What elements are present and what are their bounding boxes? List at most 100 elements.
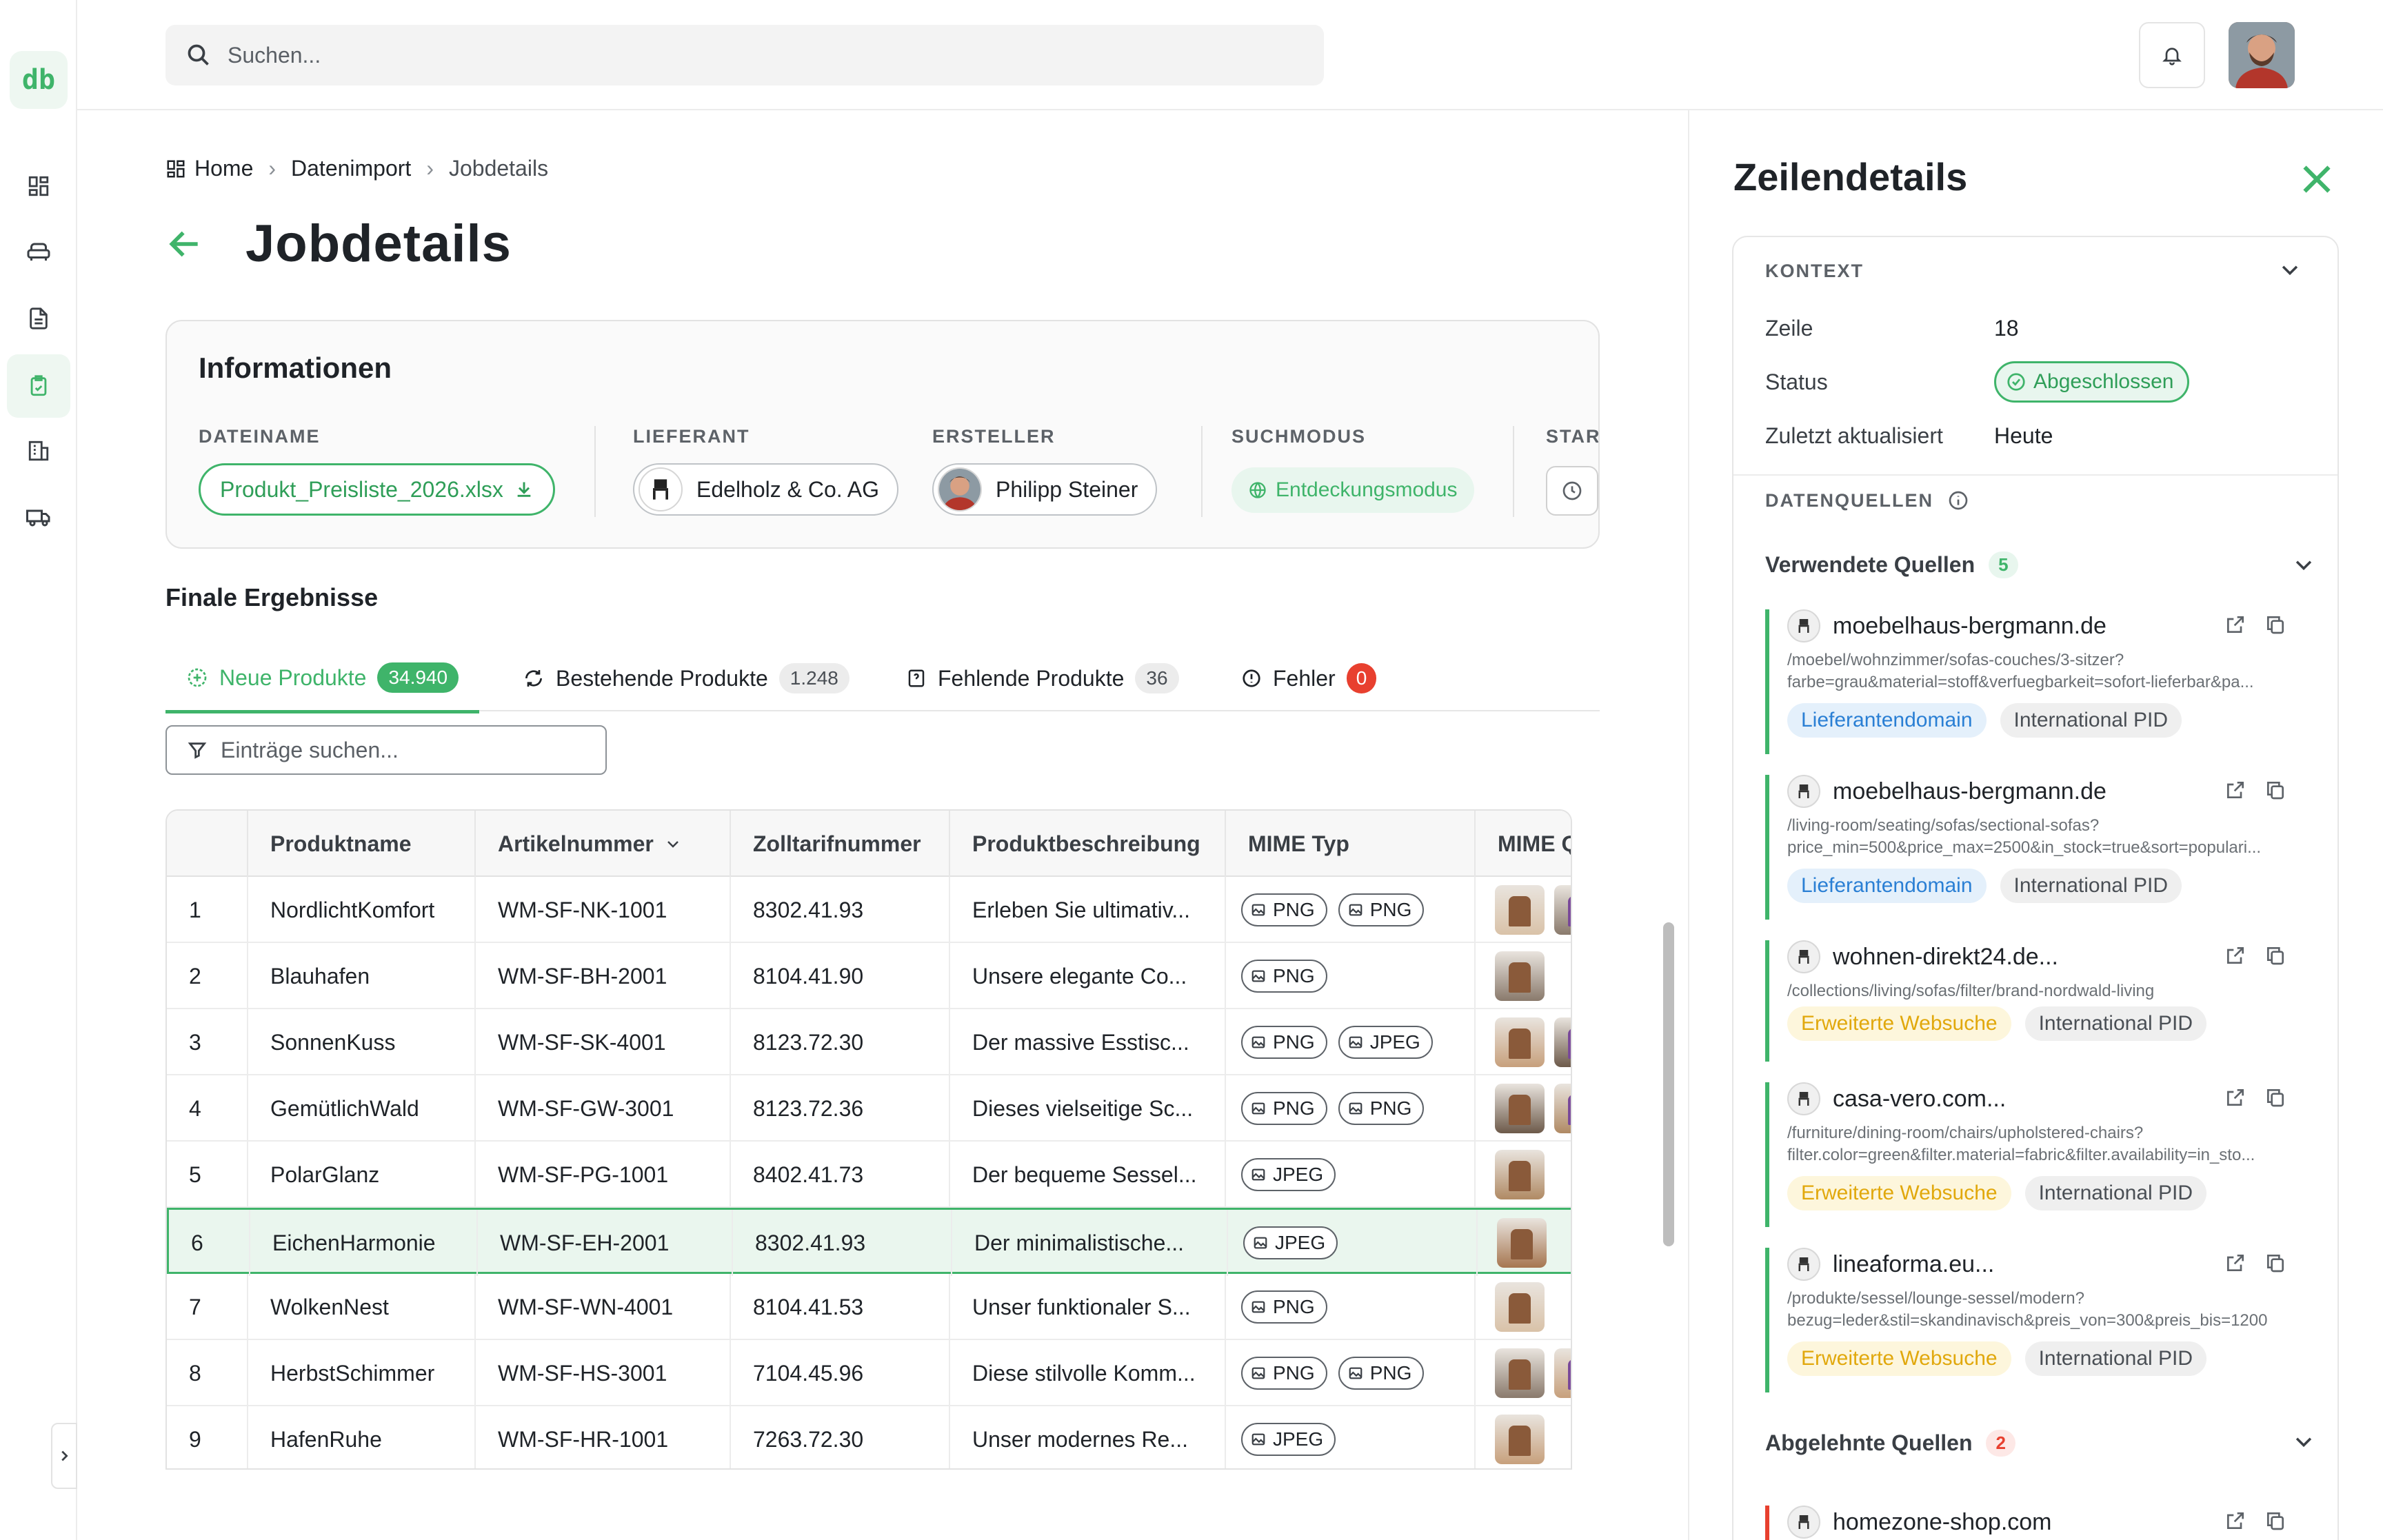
external-link-icon[interactable] bbox=[2224, 614, 2246, 636]
close-icon[interactable] bbox=[2296, 159, 2337, 200]
table-row[interactable]: 7 WolkenNest WM-SF-WN-4001 8104.41.53 Unser … bbox=[167, 1274, 1571, 1340]
source-url[interactable]: /living-room/seating/sofas/sectional-sof… bbox=[1787, 815, 2297, 859]
col-description[interactable]: Produktbeschreibung bbox=[950, 811, 1226, 877]
table-filter[interactable]: Einträge suchen... bbox=[165, 725, 607, 775]
col-mime-q[interactable]: MIME Q bbox=[1476, 811, 1571, 877]
mime-chip[interactable]: PNG bbox=[1241, 1357, 1327, 1390]
col-tariff[interactable]: Zolltarifnummer bbox=[731, 811, 950, 877]
col-mime[interactable]: MIME Typ bbox=[1226, 811, 1476, 877]
mime-chip[interactable]: JPEG bbox=[1338, 1026, 1433, 1059]
user-avatar[interactable] bbox=[2229, 22, 2295, 88]
tab-missing-products[interactable]: Fehlende Produkte 36 bbox=[906, 645, 1179, 711]
product-thumbnail[interactable] bbox=[1495, 1348, 1545, 1398]
creator-chip[interactable]: Philipp Steiner bbox=[932, 463, 1158, 516]
nav-documents[interactable] bbox=[7, 287, 70, 350]
col-product-name[interactable]: Produktname bbox=[248, 811, 476, 877]
external-link-icon[interactable] bbox=[2224, 1252, 2246, 1274]
nav-products[interactable] bbox=[7, 221, 70, 284]
rejected-sources-header[interactable]: Abgelehnte Quellen 2 bbox=[1765, 1430, 2015, 1457]
product-thumbnail[interactable] bbox=[1495, 951, 1545, 1001]
app-logo[interactable]: db bbox=[10, 51, 68, 109]
mime-chip[interactable]: PNG bbox=[1241, 1092, 1327, 1125]
chevron-down-icon[interactable] bbox=[2278, 258, 2302, 281]
table-row[interactable]: 4 GemütlichWald WM-SF-GW-3001 8123.72.36 Die… bbox=[167, 1075, 1571, 1142]
rejected-source-item[interactable]: homezone-shop.com bbox=[1765, 1506, 2303, 1540]
used-source-item[interactable]: casa-vero.com... /furniture/dining-room/c… bbox=[1765, 1082, 2303, 1227]
used-source-item[interactable]: wohnen-direkt24.de... /collections/living… bbox=[1765, 940, 2303, 1062]
mime-chip[interactable]: PNG bbox=[1338, 893, 1425, 926]
nav-suppliers[interactable] bbox=[7, 419, 70, 483]
product-thumbnail[interactable] bbox=[1495, 1084, 1545, 1133]
nav-import[interactable] bbox=[7, 354, 70, 418]
product-thumbnail[interactable] bbox=[1495, 885, 1545, 935]
chevron-down-icon[interactable] bbox=[2292, 1430, 2315, 1453]
info-icon[interactable] bbox=[1947, 489, 1969, 511]
product-thumbnail[interactable] bbox=[1495, 1150, 1545, 1199]
mime-chip[interactable]: JPEG bbox=[1243, 1226, 1338, 1259]
copy-icon[interactable] bbox=[2264, 614, 2286, 636]
product-thumbnail[interactable] bbox=[1497, 1218, 1547, 1268]
search-input[interactable]: Suchen... bbox=[228, 43, 321, 68]
tab-new-products[interactable]: Neue Produkte 34.940 bbox=[165, 645, 480, 713]
product-thumbnail[interactable] bbox=[1554, 1348, 1571, 1398]
mime-chip[interactable]: PNG bbox=[1338, 1357, 1425, 1390]
source-url[interactable]: /moebel/wohnzimmer/sofas-couches/3-sitze… bbox=[1787, 649, 2297, 693]
tab-existing-products[interactable]: Bestehende Produkte 1.248 bbox=[523, 645, 849, 711]
globe-icon bbox=[1249, 482, 1266, 498]
used-source-item[interactable]: moebelhaus-bergmann.de/living-room/seati… bbox=[1765, 775, 2303, 920]
external-link-icon[interactable] bbox=[2224, 1510, 2246, 1532]
back-arrow-icon[interactable] bbox=[165, 225, 204, 263]
copy-icon[interactable] bbox=[2264, 1510, 2286, 1532]
expand-sidebar-button[interactable] bbox=[51, 1423, 77, 1489]
product-thumbnail[interactable] bbox=[1495, 1017, 1545, 1067]
supplier-chip[interactable]: Edelholz & Co. AG bbox=[633, 463, 899, 516]
file-download-button[interactable]: Produkt_Preisliste_2026.xlsx bbox=[199, 463, 555, 516]
used-sources-header[interactable]: Verwendete Quellen 5 bbox=[1765, 551, 2018, 578]
used-source-item[interactable]: lineaforma.eu... /produkte/sessel/lounge-… bbox=[1765, 1248, 2303, 1392]
product-thumbnail[interactable] bbox=[1554, 885, 1571, 935]
nav-shipping[interactable] bbox=[7, 485, 70, 549]
product-thumbnail[interactable] bbox=[1554, 1084, 1571, 1133]
cell-mime-quality bbox=[1476, 943, 1571, 1009]
start-time-button[interactable] bbox=[1546, 466, 1598, 516]
global-search[interactable]: Suchen... bbox=[165, 25, 1324, 85]
tab-errors[interactable]: Fehler 0 bbox=[1241, 645, 1377, 711]
breadcrumb-import[interactable]: Datenimport bbox=[291, 156, 411, 181]
filter-input[interactable]: Einträge suchen... bbox=[221, 738, 399, 763]
mime-chip[interactable]: PNG bbox=[1338, 1092, 1425, 1125]
mime-chip[interactable]: JPEG bbox=[1241, 1423, 1336, 1456]
copy-icon[interactable] bbox=[2264, 1086, 2286, 1108]
nav-dashboard[interactable] bbox=[7, 154, 70, 218]
external-link-icon[interactable] bbox=[2224, 779, 2246, 801]
table-row[interactable]: 3 SonnenKuss WM-SF-SK-4001 8123.72.30 Der ma… bbox=[167, 1009, 1571, 1075]
source-url[interactable]: /collections/living/sofas/filter/brand-n… bbox=[1787, 980, 2297, 1002]
notifications-button[interactable] bbox=[2139, 22, 2205, 88]
col-sku[interactable]: Artikelnummer bbox=[476, 811, 731, 877]
mime-chip[interactable]: PNG bbox=[1241, 1290, 1327, 1324]
breadcrumb-home[interactable]: Home bbox=[194, 156, 253, 181]
used-source-item[interactable]: moebelhaus-bergmann.de/moebel/wohnzimmer… bbox=[1765, 609, 2303, 754]
source-url[interactable]: /produkte/sessel/lounge-sessel/modern? be… bbox=[1787, 1288, 2297, 1332]
copy-icon[interactable] bbox=[2264, 779, 2286, 801]
table-row[interactable]: 5 PolarGlanz WM-SF-PG-1001 8402.41.73 Der be… bbox=[167, 1142, 1571, 1208]
external-link-icon[interactable] bbox=[2224, 1086, 2246, 1108]
mime-chip[interactable]: PNG bbox=[1241, 1026, 1327, 1059]
copy-icon[interactable] bbox=[2264, 1252, 2286, 1274]
mime-chip[interactable]: PNG bbox=[1241, 960, 1327, 993]
table-row[interactable]: 2 Blauhafen WM-SF-BH-2001 8104.41.90 Unsere … bbox=[167, 943, 1571, 1009]
product-thumbnail[interactable] bbox=[1495, 1282, 1545, 1332]
source-url-line: farbe=grau&material=stoff&verfuegbarkeit… bbox=[1787, 673, 2254, 691]
copy-icon[interactable] bbox=[2264, 944, 2286, 966]
product-thumbnail[interactable] bbox=[1554, 1017, 1571, 1067]
external-link-icon[interactable] bbox=[2224, 944, 2246, 966]
mime-chip[interactable]: PNG bbox=[1241, 893, 1327, 926]
table-row[interactable]: 9 HafenRuhe WM-SF-HR-1001 7263.72.30 Unser m… bbox=[167, 1406, 1571, 1468]
table-vertical-scrollbar[interactable] bbox=[1663, 922, 1674, 1246]
mime-chip[interactable]: JPEG bbox=[1241, 1158, 1336, 1191]
table-row[interactable]: 8 HerbstSchimmer WM-SF-HS-3001 7104.45.96 Di… bbox=[167, 1340, 1571, 1406]
product-thumbnail[interactable] bbox=[1495, 1415, 1545, 1464]
table-row[interactable]: 6 EichenHarmonie WM-SF-EH-2001 8302.41.93 De… bbox=[167, 1208, 1571, 1276]
table-row[interactable]: 1 NordlichtKomfort WM-SF-NK-1001 8302.41.93… bbox=[167, 877, 1571, 943]
source-url[interactable]: /furniture/dining-room/chairs/upholstere… bbox=[1787, 1122, 2297, 1166]
chevron-down-icon[interactable] bbox=[2292, 553, 2315, 576]
